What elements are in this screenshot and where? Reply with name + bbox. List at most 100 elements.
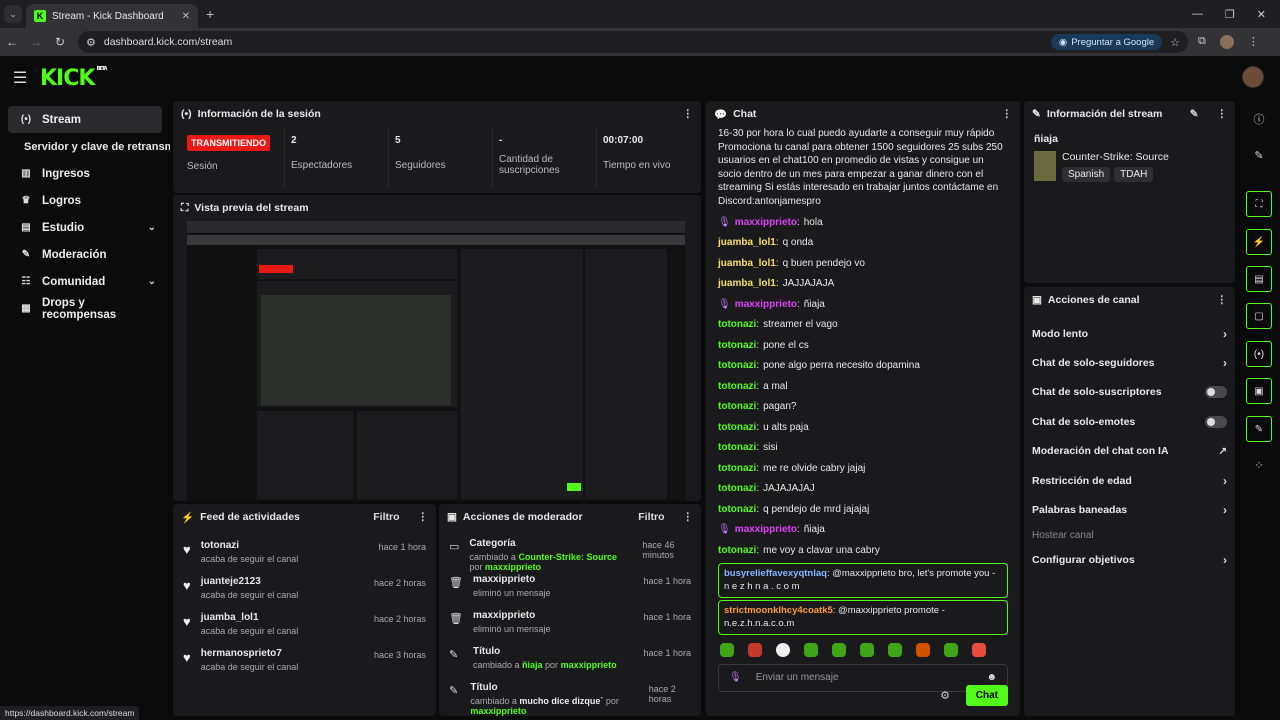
broadcast-icon[interactable]: (•) [1246, 341, 1272, 367]
more-options-icon[interactable]: ⋮ [1002, 108, 1013, 120]
follower-name[interactable]: juamba_lol1 [201, 612, 299, 623]
extensions-icon[interactable]: ⧉ [1198, 35, 1206, 49]
wrench-icon[interactable]: ✎ [1246, 416, 1272, 442]
chat-username[interactable]: totonazi [718, 544, 756, 558]
emote-icon[interactable] [748, 642, 762, 657]
more-options-icon[interactable]: ⋮ [683, 108, 694, 120]
emote-icon[interactable] [776, 642, 790, 657]
chat-username[interactable]: totonazi [718, 482, 756, 496]
chat-username[interactable]: totonazi [718, 462, 756, 476]
user-avatar[interactable] [1242, 66, 1264, 88]
forward-icon[interactable]: → [24, 35, 48, 49]
edit-pencil-icon[interactable]: ✎ [1190, 108, 1199, 120]
menu-icon[interactable]: ☰ [0, 68, 40, 88]
browser-menu-icon[interactable]: ⋮ [1248, 35, 1259, 49]
channel-action-item[interactable]: Modo lento › [1024, 319, 1235, 348]
site-info-icon[interactable]: ⚙ [86, 36, 96, 49]
emote-icon[interactable] [860, 642, 874, 657]
panel-title: Información de la sesión [197, 108, 321, 120]
channel-action-item[interactable]: Palabras baneadas › [1024, 495, 1235, 524]
channel-action-item[interactable]: Restricción de edad › [1024, 466, 1235, 495]
emote-icon[interactable] [916, 642, 930, 657]
kick-logo[interactable]: KICK BETA [40, 66, 108, 91]
follower-name[interactable]: hermanosprieto7 [201, 648, 299, 659]
lightning-icon[interactable]: ⚡ [1246, 229, 1272, 255]
channel-action-item[interactable]: Chat de solo-seguidores › [1024, 348, 1235, 377]
emote-icon[interactable] [972, 642, 986, 657]
sidebar-item-drops[interactable]: ▦ Drops y recompensas [8, 295, 162, 322]
stat-live-time: 00:07:00 Tiempo en vivo [597, 127, 701, 187]
more-options-icon[interactable]: ⋮ [683, 511, 694, 523]
toggle-switch[interactable] [1205, 415, 1227, 428]
more-options-icon[interactable]: ⋮ [1217, 108, 1228, 120]
chat-username[interactable]: totonazi [718, 441, 756, 455]
emote-icon[interactable] [832, 642, 846, 657]
sidebar-item-estudio[interactable]: ▤ Estudio ⌄ [8, 214, 162, 241]
chat-username[interactable]: juamba_lol1 [718, 236, 776, 250]
reload-icon[interactable]: ↻ [48, 35, 72, 49]
document-icon[interactable]: ▤ [1246, 266, 1272, 292]
chat-username[interactable]: totonazi [718, 380, 756, 394]
browser-tab[interactable]: K Stream - Kick Dashboard ✕ [26, 4, 198, 28]
more-options-icon[interactable]: ⋮ [1217, 294, 1228, 306]
filter-button[interactable]: Filtro [373, 511, 399, 523]
action-name: Título [473, 646, 501, 657]
drops-icon[interactable]: ⁘ [1246, 452, 1272, 478]
channel-action-item[interactable]: Chat de solo-emotes [1024, 407, 1235, 436]
window-close-icon[interactable]: ✕ [1257, 8, 1266, 21]
chat-username[interactable]: juamba_lol1 [718, 277, 776, 291]
chat-username[interactable]: totonazi [718, 503, 756, 517]
channel-action-item[interactable]: Chat de solo-suscriptores [1024, 378, 1235, 407]
restore-icon[interactable]: ❐ [1225, 8, 1235, 21]
new-tab-icon[interactable]: + [206, 6, 214, 22]
sidebar-item-logros[interactable]: ♛ Logros [8, 187, 162, 214]
chat-messages[interactable]: 16-30 por hora lo cual puedo ayudarte a … [706, 127, 1020, 635]
back-icon[interactable]: ← [0, 35, 24, 49]
chat-username[interactable]: totonazi [718, 339, 756, 353]
ask-google-button[interactable]: ◉ Preguntar a Google [1050, 34, 1163, 50]
chat-username[interactable]: maxxipprieto [735, 216, 797, 230]
chat-username[interactable]: maxxipprieto [735, 298, 797, 312]
tab-search-button[interactable]: ⌄ [4, 5, 22, 23]
emote-icon[interactable] [720, 642, 734, 657]
emote-icon[interactable] [804, 642, 818, 657]
chat-username[interactable]: totonazi [718, 400, 756, 414]
follower-name[interactable]: totonazi [201, 540, 299, 551]
toggle-switch[interactable] [1205, 386, 1227, 399]
chat-username[interactable]: totonazi [718, 318, 756, 332]
chat-username[interactable]: maxxipprieto [735, 523, 797, 537]
bookmark-star-icon[interactable]: ☆ [1170, 36, 1180, 49]
channel-action-item[interactable]: Moderación del chat con IA ↗ [1024, 437, 1235, 466]
follower-name[interactable]: juanteje2123 [201, 576, 299, 587]
chat-username[interactable]: totonazi [718, 359, 756, 373]
chat-input[interactable]: 🎙 Enviar un mensaje ☻ [718, 663, 1008, 692]
emote-icon[interactable] [944, 642, 958, 657]
mod-icon[interactable]: ▣ [1246, 378, 1272, 404]
chat-send-button[interactable]: Chat [965, 685, 1008, 706]
chat-username[interactable]: juamba_lol1 [718, 257, 776, 271]
sidebar-item-ingresos[interactable]: ▥ Ingresos [8, 160, 162, 187]
stream-preview-video[interactable] [187, 221, 685, 501]
sidebar-item-stream[interactable]: (•) Stream [8, 106, 162, 133]
chat-icon[interactable]: ▢ [1246, 303, 1272, 329]
more-options-icon[interactable]: ⋮ [418, 511, 429, 523]
filter-button[interactable]: Filtro [638, 511, 664, 523]
info-icon[interactable]: ⓘ [1246, 106, 1272, 132]
activity-desc: acaba de seguir el canal [200, 662, 299, 672]
channel-action-item[interactable]: Configurar objetivos › [1024, 546, 1235, 575]
profile-avatar[interactable] [1219, 35, 1234, 49]
chat-settings-gear-icon[interactable]: ⚙ [940, 689, 950, 702]
edit-pencil-icon[interactable]: ✎ [1246, 142, 1272, 168]
close-tab-icon[interactable]: ✕ [182, 11, 190, 22]
emoji-icon[interactable]: ☻ [986, 672, 997, 683]
sidebar-item-server-key[interactable]: Servidor y clave de retransmisión [0, 133, 170, 160]
chat-username[interactable]: totonazi [718, 421, 756, 435]
emote-icon[interactable] [888, 642, 902, 657]
sidebar-item-label: Logros [42, 194, 81, 207]
tag: TDAH [1114, 167, 1154, 182]
sidebar-item-moderacion[interactable]: ✎ Moderación [8, 241, 162, 268]
omnibox[interactable]: ⚙ dashboard.kick.com/stream ◉ Preguntar a… [78, 31, 1188, 53]
sidebar-item-comunidad[interactable]: ☷ Comunidad ⌄ [8, 268, 162, 295]
minimize-icon[interactable]: — [1192, 8, 1203, 21]
preview-toggle-icon[interactable]: ⛶ [1246, 191, 1272, 217]
